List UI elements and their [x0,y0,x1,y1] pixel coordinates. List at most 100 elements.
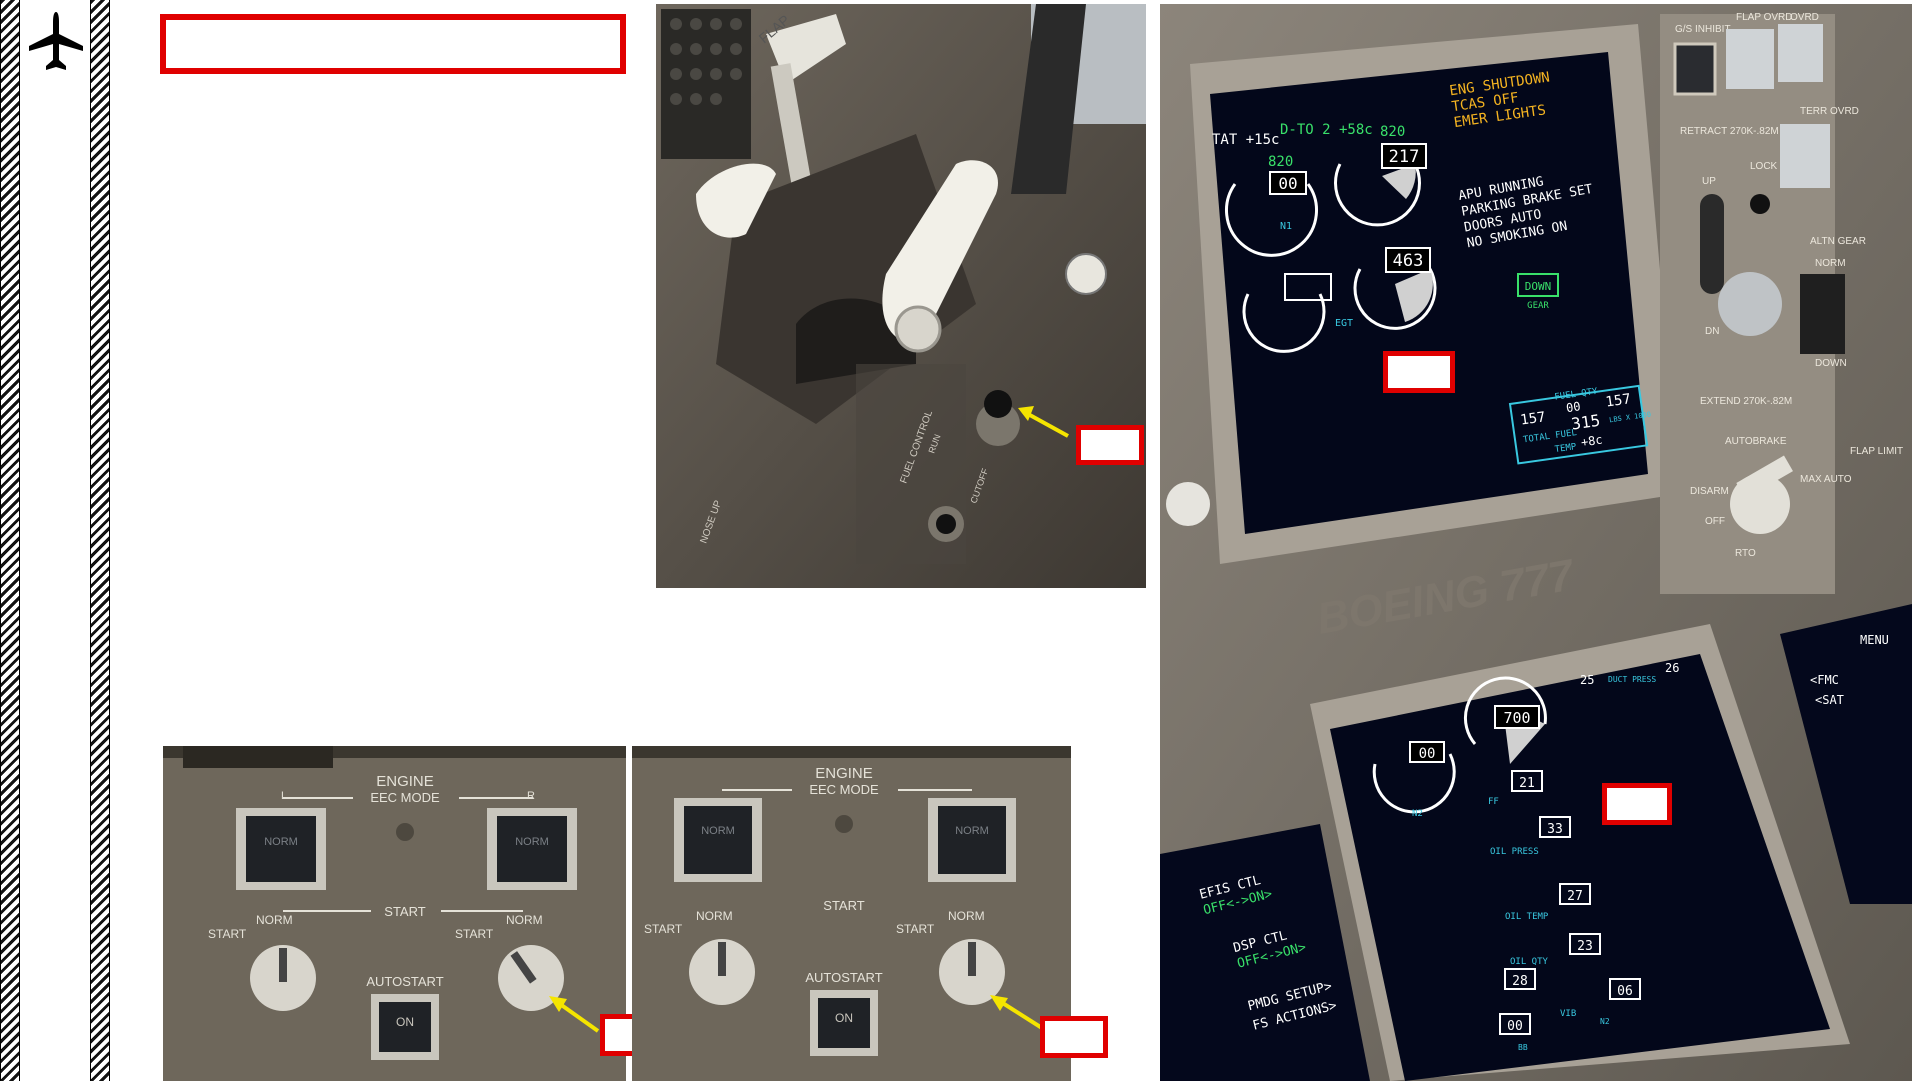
gs-inhibit-button[interactable] [1673,42,1717,96]
right-start-label-2: START [896,922,935,936]
callout-start-selector-after [1040,1016,1108,1058]
start-label-2: START [823,898,864,913]
eec-right-norm-button-2[interactable]: NORM [928,798,1016,882]
autobrake-off-label: OFF [1705,516,1725,527]
left-start-label: START [208,927,247,941]
gear-ovrd-label: OVRD [1790,12,1819,23]
mfd-menu-sat: <SAT [1815,693,1844,707]
duct-press-left: 25 [1580,673,1594,687]
n1-right-value: 217 [1389,147,1420,167]
eec-right-label: R [527,790,535,802]
left-start-label-2: START [644,922,683,936]
autostart-label: AUTOSTART [366,974,443,989]
n2-right-value: 700 [1503,709,1530,727]
gear-up-label: UP [1702,176,1716,187]
mfd-menu-title: MENU [1860,633,1889,647]
eec-mode-label-2: EEC MODE [809,782,879,797]
eec-left-norm-text-2: NORM [701,825,735,837]
vib-left-value: 00 [1507,1019,1523,1034]
autostart-on-text: ON [396,1015,414,1029]
autostart-on-button[interactable]: ON [371,994,439,1060]
flap-ovrd-label: FLAP OVRD [1736,12,1793,23]
ff-label: FF [1488,797,1499,807]
callout-lower-eicas [1602,783,1672,825]
left-norm-label: NORM [256,913,293,927]
autobrake-label: AUTOBRAKE [1725,436,1787,447]
n1-label: N1 [1280,221,1292,232]
autobrake-max-label: MAX AUTO [1800,474,1852,485]
gs-inhibit-label: G/S INHIBIT [1675,24,1731,35]
n1-left-value: 00 [1278,174,1297,193]
altn-gear-switch[interactable] [1800,274,1845,354]
left-start-selector-2[interactable] [689,939,755,1005]
altn-gear-down-label: DOWN [1815,358,1847,369]
n2-left-value: 00 [1419,746,1436,762]
right-start-selector-2[interactable] [939,939,1005,1005]
eec-right-norm-text-2: NORM [955,825,989,837]
throttle-quadrant-photo: FLAP FUEL CONTROL RUN CUTOFF NOSE UP [656,4,1146,588]
eec-mode-label: EEC MODE [370,790,440,805]
autostart-label-2: AUTOSTART [805,970,882,985]
eec-right-norm-text: NORM [515,836,549,848]
oil-press-label: OIL PRESS [1490,847,1539,857]
n1-ref-left: 820 [1268,154,1293,170]
egt-right-value: 463 [1393,251,1424,271]
oil-press-right-value: 33 [1547,822,1563,837]
autostart-on-button-2[interactable]: ON [810,990,878,1056]
eec-right-norm-button[interactable]: NORM [487,808,577,890]
egt-label: EGT [1335,318,1353,329]
left-start-selector[interactable] [250,945,316,1011]
terr-ovrd-button[interactable] [1780,124,1830,188]
gear-dn-label: DN [1705,326,1719,337]
oil-qty-right-value: 23 [1577,939,1593,954]
oil-qty-left-value: 28 [1512,974,1528,989]
right-norm-label-2: NORM [948,909,985,923]
mfd-menu-fmc: <FMC [1810,673,1839,687]
tat-readout: TAT +15c [1212,132,1279,148]
eec-left-norm-button[interactable]: NORM [236,808,326,890]
flap-ovrd-button[interactable] [1726,29,1774,89]
n1-ref-right: 820 [1380,124,1405,140]
callout-fuel-control [1076,425,1144,465]
vib-right-value: 06 [1617,984,1633,999]
vib-label: VIB [1560,1009,1576,1019]
eec-left-label: L [281,790,287,802]
gear-ovrd-button[interactable] [1778,24,1823,82]
engine-panel-photo-before: ENGINE EEC MODE L R NORM NORM START STAR… [163,746,626,1081]
oil-temp-right-value: 27 [1567,889,1583,904]
eec-left-norm-button-2[interactable]: NORM [674,798,762,882]
autobrake-rto-label: RTO [1735,548,1756,559]
flap-limit-label: FLAP LIMIT [1850,446,1903,457]
autostart-on-text-2: ON [835,1011,853,1025]
start-label: START [384,904,425,919]
right-start-label: START [455,927,494,941]
gear-status: DOWN [1525,280,1552,293]
n2-label: N2 [1412,809,1423,819]
total-fuel: 315 [1570,411,1601,434]
lock-ovrd-button[interactable] [1750,194,1770,214]
ff-right-value: 21 [1519,776,1535,791]
vib-sub-left: BB [1518,1043,1528,1052]
thrust-ref-readout: D-TO 2 +58c [1280,122,1373,138]
fuel-temp: +8c [1580,433,1603,450]
altn-gear-label: ALTN GEAR [1810,236,1866,247]
altn-gear-norm-label: NORM [1815,258,1846,269]
vib-sub-right: N2 [1600,1017,1610,1026]
sidebar-stripe-right [90,0,110,1081]
gear-label: GEAR [1527,301,1549,311]
display-knob[interactable] [1166,482,1210,526]
oil-temp-label: OIL TEMP [1505,912,1549,922]
duct-press-right: 26 [1665,661,1679,675]
sidebar-stripe-left [0,0,20,1081]
engine-panel-photo-after: ENGINE EEC MODE NORM NORM START START NO… [632,746,1071,1081]
page-title-box [160,14,626,74]
autobrake-disarm-label: DISARM [1690,486,1729,497]
callout-upper-eicas [1383,351,1455,393]
eec-left-norm-text: NORM [264,836,298,848]
engine-panel-title-2: ENGINE [815,765,873,782]
airplane-icon [29,12,83,70]
right-norm-label: NORM [506,913,543,927]
eicas-cockpit-photo: TAT +15c D-TO 2 +58c 820 820 00 N1 217 E… [1160,4,1912,1081]
oil-qty-label: OIL QTY [1510,957,1549,967]
engine-panel-title: ENGINE [376,773,434,790]
